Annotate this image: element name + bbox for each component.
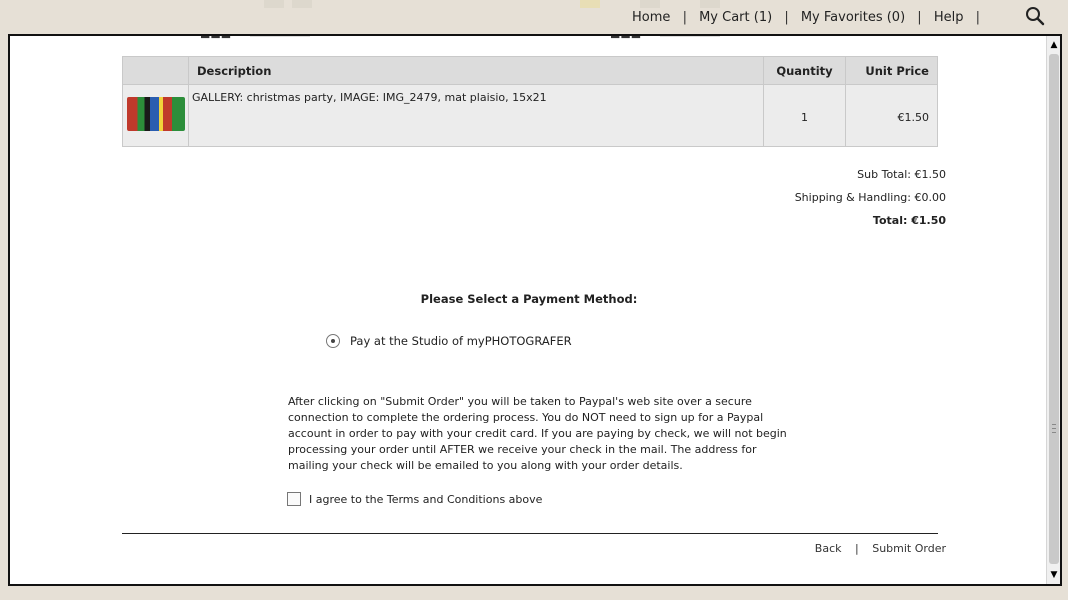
scroll-down-arrow-icon[interactable]: ▼ <box>1047 568 1060 582</box>
table-header-row: Description Quantity Unit Price <box>122 56 938 85</box>
back-link[interactable]: Back <box>815 542 842 555</box>
order-table: Description Quantity Unit Price GALLERY:… <box>122 56 938 147</box>
cropped-value <box>250 36 310 37</box>
cropped-label: ▬▬▬ <box>200 36 231 42</box>
payment-option[interactable]: Pay at the Studio of myPHOTOGRAFER <box>326 334 572 348</box>
scroll-thumb[interactable] <box>1049 54 1059 564</box>
thumb-header <box>122 56 189 85</box>
nav-cart-link[interactable]: My Cart (1) <box>699 10 772 25</box>
quantity-cell: 1 <box>763 84 846 147</box>
paypal-notice: After clicking on "Submit Order" you wil… <box>288 395 787 472</box>
thumbnail-cell <box>122 84 189 147</box>
payment-radio[interactable] <box>326 334 340 348</box>
footer-actions: Back | Submit Order <box>815 542 946 555</box>
terms-label: I agree to the Terms and Conditions abov… <box>309 492 543 506</box>
terms-agreement[interactable]: I agree to the Terms and Conditions abov… <box>287 492 542 506</box>
payment-method-title: Please Select a Payment Method: <box>420 292 638 306</box>
divider <box>122 533 938 534</box>
order-content: ▬▬▬ ▬▬▬ Description Quantity Unit Price … <box>10 36 1048 584</box>
payment-option-label: Pay at the Studio of myPHOTOGRAFER <box>350 334 572 348</box>
content-frame: ▬▬▬ ▬▬▬ Description Quantity Unit Price … <box>8 34 1062 586</box>
nav-help-link[interactable]: Help <box>934 10 964 25</box>
scroll-grip-icon <box>1052 424 1056 433</box>
totals-block: Sub Total: €1.50 Shipping & Handling: €0… <box>795 163 946 232</box>
scroll-up-arrow-icon[interactable]: ▲ <box>1047 38 1060 52</box>
photo-thumbnail[interactable] <box>127 97 185 131</box>
terms-checkbox[interactable] <box>287 492 301 506</box>
cropped-value <box>660 36 720 37</box>
cropped-label: ▬▬▬ <box>610 36 641 42</box>
quantity-header: Quantity <box>763 56 846 85</box>
submit-order-link[interactable]: Submit Order <box>872 542 946 555</box>
order-total: Total: €1.50 <box>872 214 946 227</box>
nav-separator: | <box>784 10 789 25</box>
nav-favorites-link[interactable]: My Favorites (0) <box>801 10 905 25</box>
footer-separator: | <box>855 542 859 555</box>
nav-home-link[interactable]: Home <box>632 10 670 25</box>
description-cell: GALLERY: christmas party, IMAGE: IMG_247… <box>188 84 764 147</box>
subtotal: Sub Total: €1.50 <box>857 168 946 181</box>
nav-separator: | <box>975 10 980 25</box>
search-icon[interactable] <box>1024 5 1046 27</box>
unit-price-cell: €1.50 <box>845 84 938 147</box>
vertical-scrollbar[interactable]: ▲ ▼ <box>1046 36 1060 584</box>
nav-separator: | <box>682 10 687 25</box>
unit-price-header: Unit Price <box>845 56 938 85</box>
nav-links: Home | My Cart (1) | My Favorites (0) | … <box>632 10 988 25</box>
shipping-handling: Shipping & Handling: €0.00 <box>794 191 946 204</box>
table-row: GALLERY: christmas party, IMAGE: IMG_247… <box>122 84 938 147</box>
description-header: Description <box>188 56 764 85</box>
top-nav: Home | My Cart (1) | My Favorites (0) | … <box>0 0 1068 34</box>
nav-separator: | <box>917 10 922 25</box>
